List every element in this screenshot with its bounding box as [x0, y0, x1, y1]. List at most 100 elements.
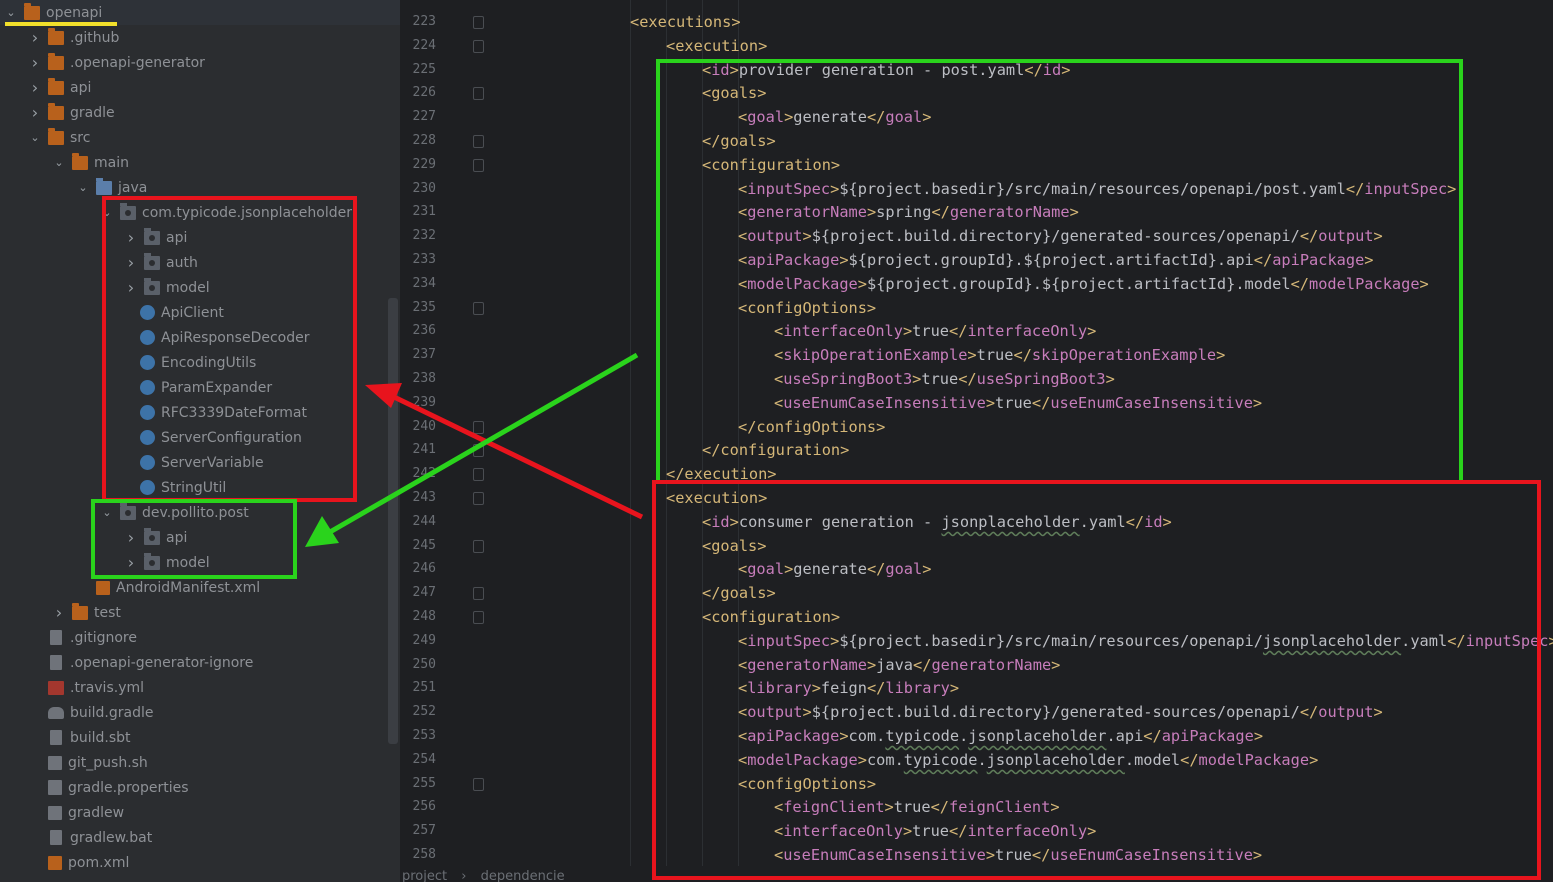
code-line[interactable]: <useEnumCaseInsensitive>true</useEnumCas…	[774, 391, 1262, 415]
code-line[interactable]: <configuration>	[702, 605, 840, 629]
code-line[interactable]: <id>provider generation - post.yaml</id>	[702, 58, 1070, 82]
tree-item[interactable]: › model	[0, 550, 400, 575]
tree-item[interactable]: › .openapi-generator	[0, 50, 400, 75]
tree-item[interactable]: ⌄ java	[0, 175, 400, 200]
tree-item[interactable]: gradlew	[0, 800, 400, 825]
fold-marker-icon[interactable]	[473, 777, 484, 791]
code-line[interactable]: <useSpringBoot3>true</useSpringBoot3>	[774, 367, 1115, 391]
code-line[interactable]: <apiPackage>${project.groupId}.${project…	[738, 248, 1374, 272]
tree-item[interactable]: › api	[0, 225, 400, 250]
code-line[interactable]: </execution>	[666, 462, 777, 486]
code-line[interactable]: </configOptions>	[738, 415, 885, 439]
tree-item[interactable]: ⌄ com.typicode.jsonplaceholder	[0, 200, 400, 225]
tree-item[interactable]: ApiClient	[0, 300, 400, 325]
tree-item[interactable]: build.gradle	[0, 700, 400, 725]
chevron-down-icon[interactable]: ⌄	[4, 6, 18, 20]
chevron-down-icon[interactable]: ⌄	[100, 206, 114, 220]
chevron-right-icon[interactable]: ›	[124, 554, 138, 570]
code-line[interactable]: <generatorName>spring</generatorName>	[738, 200, 1079, 224]
fold-marker-icon[interactable]	[473, 539, 484, 553]
chevron-right-icon[interactable]: ›	[124, 279, 138, 295]
chevron-right-icon[interactable]: ›	[28, 79, 42, 95]
tree-item[interactable]: › gradle	[0, 100, 400, 125]
code-line[interactable]: <interfaceOnly>true</interfaceOnly>	[774, 319, 1096, 343]
code-line[interactable]: <goal>generate</goal>	[738, 557, 931, 581]
code-line[interactable]: <execution>	[666, 34, 767, 58]
fold-marker-icon[interactable]	[473, 587, 484, 601]
code-line[interactable]: <useEnumCaseInsensitive>true</useEnumCas…	[774, 843, 1262, 867]
tree-item[interactable]: EncodingUtils	[0, 350, 400, 375]
tree-item[interactable]: ServerVariable	[0, 450, 400, 475]
tree-item[interactable]: AndroidManifest.xml	[0, 575, 400, 600]
breadcrumb-item-dependencies[interactable]: dependencie	[481, 869, 565, 882]
chevron-right-icon[interactable]: ›	[28, 29, 42, 45]
tree-item[interactable]: .openapi-generator-ignore	[0, 650, 400, 675]
code-line[interactable]: <goals>	[702, 81, 766, 105]
code-line[interactable]: <configOptions>	[738, 296, 876, 320]
tree-item[interactable]: gradle.properties	[0, 775, 400, 800]
code-line[interactable]: <id>consumer generation - jsonplaceholde…	[702, 510, 1172, 534]
chevron-down-icon[interactable]: ⌄	[52, 156, 66, 170]
tree-item[interactable]: ⌄ src	[0, 125, 400, 150]
code-line[interactable]: <library>feign</library>	[738, 676, 959, 700]
tree-item[interactable]: ⌄ dev.pollito.post	[0, 500, 400, 525]
tree-item[interactable]: › test	[0, 600, 400, 625]
code-line[interactable]: <configuration>	[702, 153, 840, 177]
chevron-down-icon[interactable]: ⌄	[28, 131, 42, 145]
breadcrumb-item-project[interactable]: project	[402, 869, 447, 882]
tree-item[interactable]: git_push.sh	[0, 750, 400, 775]
code-line[interactable]: <interfaceOnly>true</interfaceOnly>	[774, 819, 1096, 843]
fold-marker-icon[interactable]	[473, 420, 484, 434]
tree-item[interactable]: › api	[0, 525, 400, 550]
tree-item[interactable]: pom.xml	[0, 850, 400, 875]
chevron-right-icon[interactable]: ›	[28, 104, 42, 120]
chevron-right-icon[interactable]: ›	[28, 54, 42, 70]
fold-marker-icon[interactable]	[473, 16, 484, 29]
tree-item[interactable]: gradlew.bat	[0, 825, 400, 850]
code-line[interactable]: <generatorName>java</generatorName>	[738, 653, 1060, 677]
tree-item[interactable]: ParamExpander	[0, 375, 400, 400]
fold-marker-icon[interactable]	[473, 468, 484, 482]
tree-item[interactable]: .travis.yml	[0, 675, 400, 700]
project-tree-scrollbar[interactable]	[388, 298, 398, 744]
chevron-right-icon[interactable]: ›	[124, 529, 138, 545]
fold-marker-icon[interactable]	[473, 301, 484, 315]
code-line[interactable]: <goal>generate</goal>	[738, 105, 931, 129]
code-line[interactable]: <modelPackage>${project.groupId}.${proje…	[738, 272, 1429, 296]
code-line[interactable]: <output>${project.build.directory}/gener…	[738, 224, 1383, 248]
tree-item[interactable]: ⌄ main	[0, 150, 400, 175]
fold-marker-icon[interactable]	[473, 611, 484, 624]
fold-marker-icon[interactable]	[473, 87, 484, 101]
tree-item[interactable]: StringUtil	[0, 475, 400, 500]
tree-item[interactable]: › model	[0, 275, 400, 300]
fold-marker-icon[interactable]	[473, 158, 484, 172]
chevron-right-icon[interactable]: ›	[124, 229, 138, 245]
fold-marker-icon[interactable]	[473, 444, 484, 458]
tree-item[interactable]: .gitignore	[0, 625, 400, 650]
code-line[interactable]: <modelPackage>com.typicode.jsonplacehold…	[738, 748, 1318, 772]
code-line[interactable]: <output>${project.build.directory}/gener…	[738, 700, 1383, 724]
code-line[interactable]: </configuration>	[702, 438, 849, 462]
tree-item[interactable]: › .github	[0, 25, 400, 50]
fold-marker-icon[interactable]	[473, 492, 484, 505]
code-line[interactable]: <inputSpec>${project.basedir}/src/main/r…	[738, 629, 1553, 653]
code-line[interactable]: <execution>	[666, 486, 767, 510]
code-line[interactable]: <executions>	[630, 10, 741, 34]
code-line[interactable]: <skipOperationExample>true</skipOperatio…	[774, 343, 1225, 367]
tree-item[interactable]: build.sbt	[0, 725, 400, 750]
chevron-down-icon[interactable]: ⌄	[100, 506, 114, 520]
code-line[interactable]: <feignClient>true</feignClient>	[774, 795, 1060, 819]
code-line[interactable]: <configOptions>	[738, 772, 876, 796]
tree-item[interactable]: ServerConfiguration	[0, 425, 400, 450]
code-editor[interactable]: <executions> <execution> <id>provider gene…	[492, 0, 1553, 870]
chevron-right-icon[interactable]: ›	[124, 254, 138, 270]
fold-marker-icon[interactable]	[473, 135, 484, 148]
code-line[interactable]: <apiPackage>com.typicode.jsonplaceholder…	[738, 724, 1263, 748]
code-line[interactable]: </goals>	[702, 129, 776, 153]
code-line[interactable]: <goals>	[702, 534, 766, 558]
tree-item[interactable]: › api	[0, 75, 400, 100]
tree-item[interactable]: › auth	[0, 250, 400, 275]
tree-item[interactable]: RFC3339DateFormat	[0, 400, 400, 425]
tree-item[interactable]: ApiResponseDecoder	[0, 325, 400, 350]
chevron-down-icon[interactable]: ⌄	[76, 181, 90, 195]
